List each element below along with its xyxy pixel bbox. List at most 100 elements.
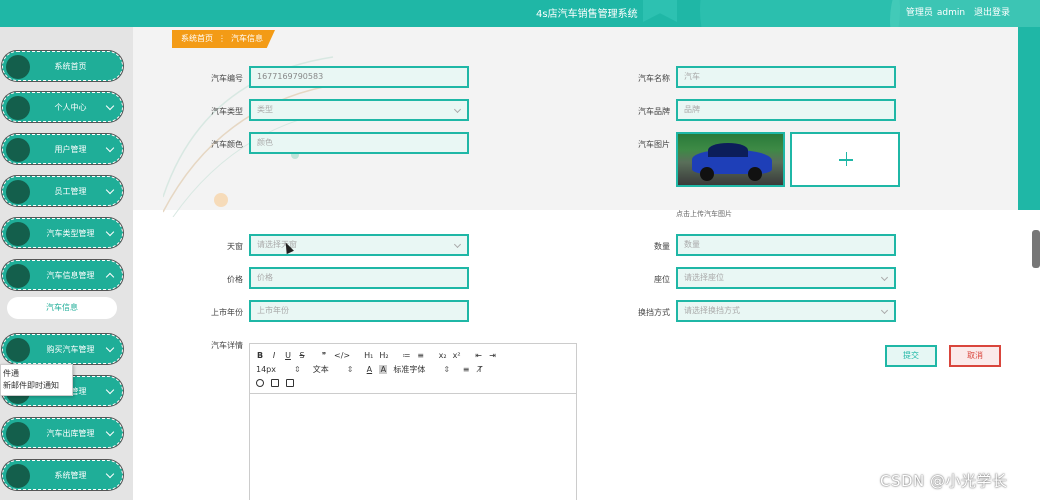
- bookmark-decoration: [643, 0, 677, 22]
- background-accent: [1018, 27, 1040, 210]
- breadcrumb-home[interactable]: 系统首页: [181, 34, 213, 43]
- mail-notification-popup[interactable]: 件通 新邮件即时通知: [0, 364, 73, 396]
- car-no-label: 汽车编号: [211, 74, 243, 83]
- italic-button[interactable]: I: [270, 351, 278, 360]
- submit-button[interactable]: 提交: [885, 345, 937, 367]
- code-block-button[interactable]: </>: [334, 351, 350, 360]
- car-picture-wheel: [748, 167, 762, 181]
- main-content: 系统首页 ⋮ 汽车信息 汽车编号 1677169790583 汽车类型 类型 汽车颜…: [133, 27, 1040, 500]
- outdent-button[interactable]: ⇤: [475, 351, 483, 360]
- align-button[interactable]: ≡: [462, 365, 470, 374]
- sidebar-item-label: 汽车出库管理: [46, 429, 95, 438]
- header-decoration: [700, 0, 900, 27]
- sidebar-item-home[interactable]: 系统首页: [2, 51, 123, 81]
- image-icon[interactable]: [271, 379, 279, 387]
- car-brand-label: 汽车品牌: [638, 107, 670, 116]
- car-picture-roof: [708, 143, 748, 157]
- cancel-button[interactable]: 取消: [949, 345, 1001, 367]
- bullet-list-button[interactable]: ≡: [417, 351, 425, 360]
- ordered-list-button[interactable]: ≔: [403, 351, 411, 360]
- strikethrough-button[interactable]: S: [298, 351, 306, 360]
- editor-content-area[interactable]: [250, 394, 576, 500]
- sidebar-item-car-outbound-management[interactable]: 汽车出库管理: [2, 418, 123, 448]
- plus-icon: [845, 152, 847, 166]
- gear-select[interactable]: 请选择换挡方式: [676, 300, 896, 322]
- indent-button[interactable]: ⇥: [489, 351, 497, 360]
- gear-placeholder: 请选择换挡方式: [684, 306, 740, 315]
- car-no-input[interactable]: 1677169790583: [249, 66, 469, 88]
- sidebar-subitem-car-info[interactable]: 汽车信息: [7, 297, 117, 319]
- menu-dot-icon: [6, 138, 30, 162]
- upload-hint: 点击上传汽车图片: [676, 210, 732, 218]
- heading2-button[interactable]: H₂: [379, 351, 388, 360]
- price-input[interactable]: 价格: [249, 267, 469, 289]
- block-type-select[interactable]: 文本 ⇕: [313, 364, 354, 375]
- car-picture-wheel: [700, 167, 714, 181]
- sidebar-item-personal-center[interactable]: 个人中心: [2, 92, 123, 122]
- gear-label: 换挡方式: [638, 308, 670, 317]
- sidebar-item-car-info-management[interactable]: 汽车信息管理: [2, 260, 123, 290]
- sidebar-item-label: 汽车信息管理: [46, 271, 95, 280]
- car-type-placeholder: 类型: [257, 105, 273, 114]
- sidebar-item-car-type-management[interactable]: 汽车类型管理: [2, 218, 123, 248]
- menu-dot-icon: [6, 264, 30, 288]
- breadcrumb: 系统首页 ⋮ 汽车信息: [172, 30, 275, 48]
- chevron-down-icon: [453, 105, 462, 114]
- sidebar-item-label: 个人中心: [54, 103, 87, 112]
- bold-button[interactable]: B: [256, 351, 264, 360]
- video-icon[interactable]: [286, 379, 294, 387]
- car-image-thumbnail[interactable]: [676, 132, 785, 187]
- breadcrumb-current: 汽车信息: [231, 34, 263, 43]
- user-role: 管理员: [905, 8, 933, 18]
- font-family-select[interactable]: 标准字体 ⇕: [393, 364, 450, 375]
- menu-dot-icon: [6, 96, 30, 120]
- chevron-down-icon: [880, 273, 889, 282]
- car-image-label: 汽车图片: [638, 140, 670, 149]
- menu-dot-icon: [6, 180, 30, 204]
- car-color-input[interactable]: 颜色: [249, 132, 469, 154]
- sidebar-item-user-management[interactable]: 用户管理: [2, 134, 123, 164]
- sidebar-item-car-purchase-management[interactable]: 购买汽车管理: [2, 334, 123, 364]
- sidebar-item-staff-management[interactable]: 员工管理: [2, 176, 123, 206]
- rich-text-editor: B I U S ❞ </> H₁ H₂ ≔ ≡ x₂ x² ⇤ ⇥ 14px ⇕ …: [249, 343, 577, 500]
- scrollbar-thumb[interactable]: [1032, 230, 1040, 268]
- car-name-input[interactable]: 汽车: [676, 66, 896, 88]
- block-type-value: 文本: [312, 364, 329, 374]
- heading1-button[interactable]: H₁: [364, 351, 373, 360]
- sidebar-item-label: 用户管理: [54, 145, 87, 154]
- blockquote-button[interactable]: ❞: [320, 351, 328, 360]
- text-color-button[interactable]: A: [365, 365, 373, 374]
- clear-format-button[interactable]: T̸: [476, 365, 484, 374]
- chevron-down-icon: [880, 306, 889, 315]
- username: admin: [936, 8, 966, 18]
- car-brand-input[interactable]: 品牌: [676, 99, 896, 121]
- sidebar-item-system-management[interactable]: 系统管理: [2, 460, 123, 490]
- image-upload-button[interactable]: [790, 132, 900, 187]
- car-details-label: 汽车详情: [211, 341, 243, 350]
- seats-select[interactable]: 请选择座位: [676, 267, 896, 289]
- link-icon[interactable]: [256, 379, 264, 387]
- launch-year-input[interactable]: 上市年份: [249, 300, 469, 322]
- car-name-label: 汽车名称: [638, 74, 670, 83]
- chevron-down-icon: [453, 240, 462, 249]
- top-header: 4s店汽车销售管理系统 管理员 admin 退出登录: [0, 0, 1040, 27]
- decorative-arcs: [163, 56, 363, 217]
- breadcrumb-separator: ⋮: [218, 34, 226, 43]
- subscript-button[interactable]: x₂: [439, 351, 447, 360]
- font-size-select[interactable]: 14px ⇕: [256, 365, 301, 374]
- car-type-select[interactable]: 类型: [249, 99, 469, 121]
- superscript-button[interactable]: x²: [453, 351, 461, 360]
- background-color-button[interactable]: A: [379, 364, 388, 374]
- updown-caret-icon: ⇕: [346, 364, 354, 374]
- car-type-label: 汽车类型: [211, 107, 243, 116]
- sidebar-item-label: 系统首页: [54, 62, 87, 71]
- car-color-label: 汽车颜色: [211, 140, 243, 149]
- updown-caret-icon: ⇕: [294, 364, 301, 374]
- logout-link[interactable]: 退出登录: [974, 8, 1010, 18]
- quantity-input[interactable]: 数量: [676, 234, 896, 256]
- watermark: CSDN @小光学长: [880, 472, 1008, 490]
- updown-caret-icon: ⇕: [443, 364, 451, 374]
- underline-button[interactable]: U: [284, 351, 292, 360]
- sidebar-item-label: 购买汽车管理: [46, 345, 95, 354]
- price-label: 价格: [227, 275, 243, 284]
